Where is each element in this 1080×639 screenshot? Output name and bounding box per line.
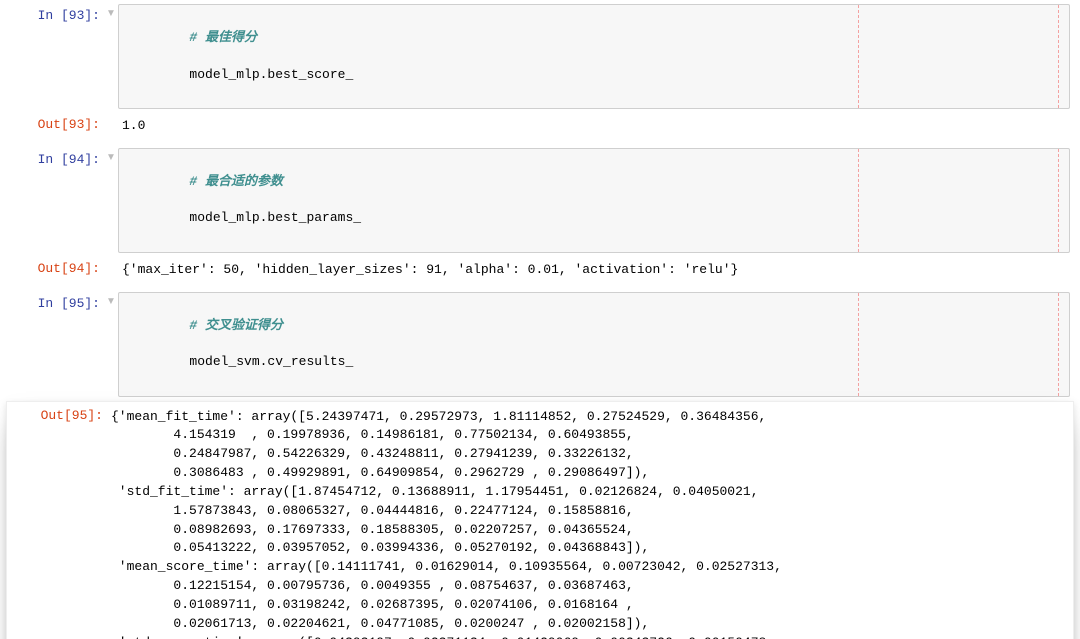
output-text: {'max_iter': 50, 'hidden_layer_sizes': 9…	[122, 261, 1068, 280]
output-text: 1.0	[122, 117, 1068, 136]
input-prompt-93[interactable]: In [93]:	[4, 2, 104, 111]
code-cell-93-input-row: In [93]: ▼ # 最佳得分 model_mlp.best_score_	[0, 2, 1080, 111]
code-line: model_mlp.best_params_	[189, 210, 361, 225]
cell-collapser-icon[interactable]: ▼	[104, 146, 118, 255]
code-comment: # 最佳得分	[189, 30, 257, 45]
input-prompt-94[interactable]: In [94]:	[4, 146, 104, 255]
code-line: model_mlp.best_score_	[189, 67, 353, 82]
code-comment: # 最合适的参数	[189, 174, 283, 189]
output-prompt-93: Out[93]:	[4, 111, 104, 142]
cell-collapser-icon[interactable]: ▼	[104, 290, 118, 399]
output-area-95: {'mean_fit_time': array([5.24397471, 0.2…	[107, 402, 1073, 639]
code-cell-94-input-row: In [94]: ▼ # 最合适的参数 model_mlp.best_param…	[0, 146, 1080, 255]
jupyter-notebook: In [93]: ▼ # 最佳得分 model_mlp.best_score_ …	[0, 0, 1080, 639]
output-area-94: {'max_iter': 50, 'hidden_layer_sizes': 9…	[118, 255, 1076, 286]
output-collapser[interactable]	[104, 255, 118, 286]
cell-collapser-icon[interactable]: ▼	[104, 2, 118, 111]
code-cell-93-output-row: Out[93]: 1.0	[0, 111, 1080, 142]
code-comment: # 交叉验证得分	[189, 318, 283, 333]
ruler-line	[858, 293, 859, 396]
input-prompt-95[interactable]: In [95]:	[4, 290, 104, 399]
output-collapser[interactable]	[104, 111, 118, 142]
code-cell-94-output-row: Out[94]: {'max_iter': 50, 'hidden_layer_…	[0, 255, 1080, 286]
ruler-line	[1058, 293, 1059, 396]
ruler-line	[858, 149, 859, 252]
code-cell-95-output-panel: Out[95]: {'mean_fit_time': array([5.2439…	[6, 401, 1074, 639]
code-input-area-95[interactable]: # 交叉验证得分 model_svm.cv_results_	[118, 292, 1070, 397]
code-input-area-93[interactable]: # 最佳得分 model_mlp.best_score_	[118, 4, 1070, 109]
code-input-area-94[interactable]: # 最合适的参数 model_mlp.best_params_	[118, 148, 1070, 253]
ruler-line	[858, 5, 859, 108]
output-text: {'mean_fit_time': array([5.24397471, 0.2…	[111, 408, 1065, 639]
output-prompt-94: Out[94]:	[4, 255, 104, 286]
output-area-93: 1.0	[118, 111, 1076, 142]
output-prompt-95: Out[95]:	[7, 402, 107, 430]
ruler-line	[1058, 5, 1059, 108]
code-cell-95-input-row: In [95]: ▼ # 交叉验证得分 model_svm.cv_results…	[0, 290, 1080, 399]
ruler-line	[1058, 149, 1059, 252]
code-line: model_svm.cv_results_	[189, 354, 353, 369]
